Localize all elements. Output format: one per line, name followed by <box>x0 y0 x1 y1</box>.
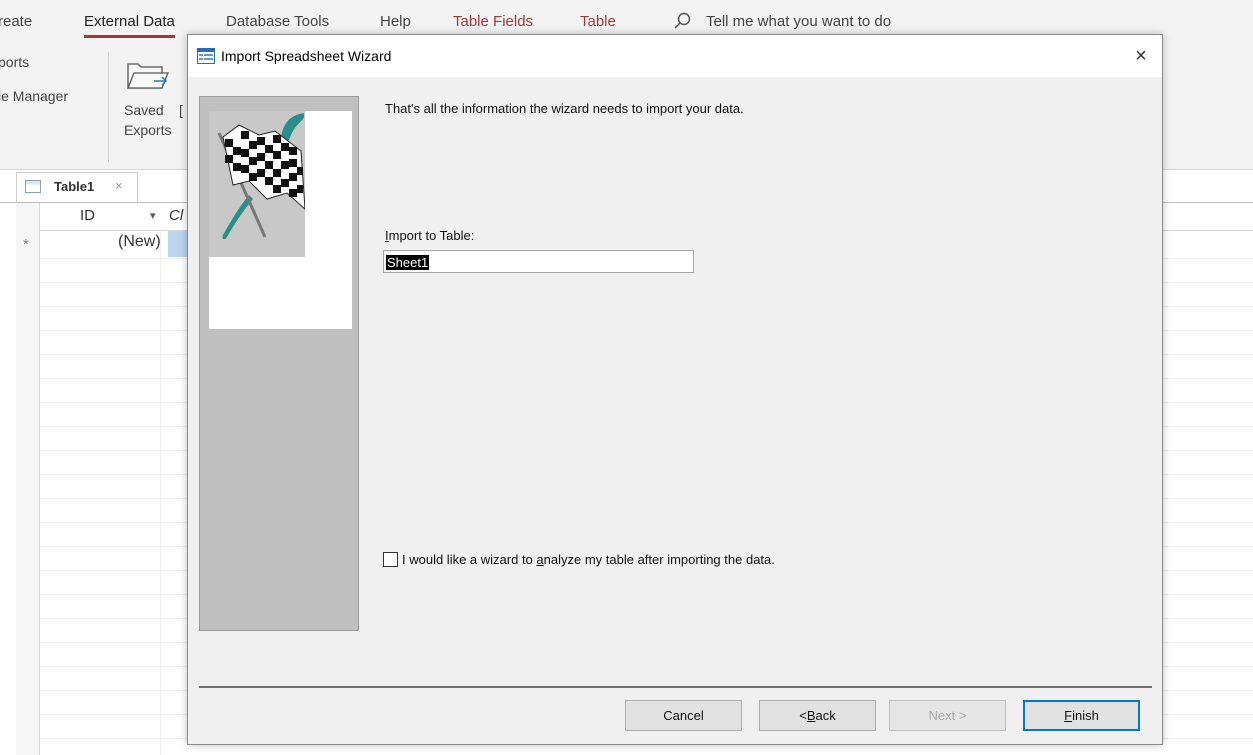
analyze-table-label[interactable]: I would like a wizard to analyze my tabl… <box>402 552 775 567</box>
document-tab-label: Table1 <box>54 179 95 194</box>
wizard-side-panel <box>199 96 359 631</box>
tell-me-search[interactable]: Tell me what you want to do <box>672 11 891 31</box>
ribbon-separator <box>108 52 109 162</box>
import-spreadsheet-wizard-dialog: Import Spreadsheet Wizard × That's all t… <box>187 34 1163 745</box>
clipped-group-label: [ <box>179 102 183 118</box>
close-icon[interactable]: × <box>1126 43 1156 69</box>
back-button[interactable]: < Back <box>759 700 876 731</box>
finish-label-post: inish <box>1072 708 1099 723</box>
cancel-button[interactable]: Cancel <box>625 700 742 731</box>
new-record-marker: * <box>23 236 29 253</box>
folder-export-icon[interactable] <box>124 54 172 94</box>
linked-table-manager-label[interactable]: le Manager <box>0 88 68 104</box>
import-to-table-label: Import to Table: <box>385 228 474 243</box>
analyze-label-accelerator: a <box>536 552 544 567</box>
wizard-image-frame <box>209 111 352 329</box>
search-icon <box>674 12 691 29</box>
imports-group-label[interactable]: ports <box>0 54 29 70</box>
tab-close-icon[interactable]: × <box>115 178 123 193</box>
grid-column-divider <box>160 231 161 755</box>
finish-label-accelerator: F <box>1064 708 1073 723</box>
table-name-value: Sheet1 <box>386 255 430 270</box>
dialog-button-divider <box>199 686 1152 688</box>
saved-exports-label-line1[interactable]: Saved <box>124 102 164 118</box>
dialog-title-bar[interactable]: Import Spreadsheet Wizard × <box>188 35 1162 77</box>
analyze-option[interactable]: I would like a wizard to analyze my tabl… <box>383 552 775 567</box>
column-header-click-to-add[interactable]: Cl <box>169 207 183 224</box>
tell-me-label: Tell me what you want to do <box>706 12 892 30</box>
analyze-label-pre: I would like a wizard to <box>402 552 537 567</box>
tab-table[interactable]: Table <box>580 13 616 30</box>
dialog-title: Import Spreadsheet Wizard <box>221 48 392 64</box>
document-tab-table1[interactable]: Table1 × <box>16 172 138 202</box>
back-label-pre: < <box>799 708 807 723</box>
checkered-flag-icon <box>209 111 305 257</box>
tab-table-fields[interactable]: Table Fields <box>453 13 533 30</box>
import-table-name-input[interactable]: Sheet1 <box>383 250 694 273</box>
column-header-id[interactable]: ID <box>80 207 95 224</box>
back-label-accelerator: B <box>806 708 816 723</box>
tab-create[interactable]: reate <box>0 13 32 30</box>
import-label-text: mport to Table: <box>388 228 475 243</box>
next-button[interactable]: Next > <box>889 700 1006 731</box>
new-record-id-cell[interactable]: (New) <box>118 233 161 251</box>
spreadsheet-wizard-icon <box>197 48 215 64</box>
back-label-post: ack <box>815 708 836 723</box>
record-selector-column[interactable] <box>16 203 40 755</box>
saved-exports-label-line2[interactable]: Exports <box>124 122 171 138</box>
tab-help[interactable]: Help <box>380 13 411 30</box>
column-dropdown-icon[interactable]: ▾ <box>150 209 156 222</box>
wizard-info-text: That's all the information the wizard ne… <box>385 101 744 116</box>
tab-external-data[interactable]: External Data <box>84 13 175 38</box>
selected-cell-highlight[interactable] <box>168 231 188 257</box>
analyze-table-checkbox[interactable] <box>383 552 398 567</box>
tab-database-tools[interactable]: Database Tools <box>226 13 329 30</box>
analyze-label-post: nalyze my table after importing the data… <box>543 552 775 567</box>
table-icon <box>25 180 41 193</box>
finish-button[interactable]: Finish <box>1023 700 1140 731</box>
